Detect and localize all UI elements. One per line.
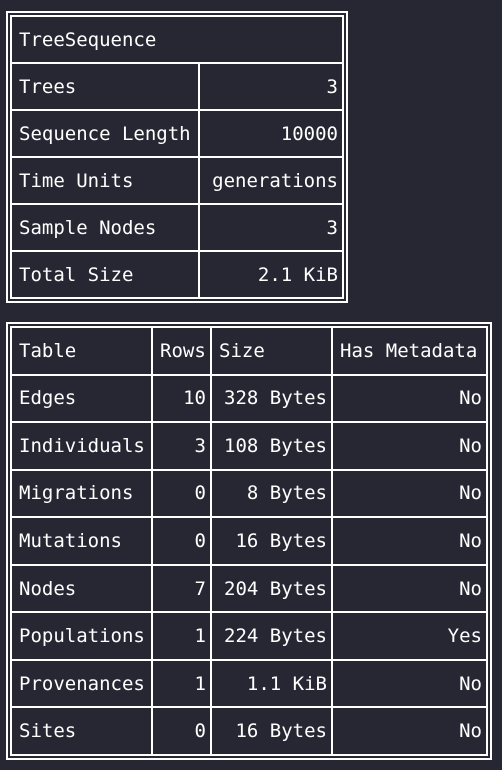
tables-header-row: Table Rows Size Has Metadata xyxy=(10,326,488,376)
tree-sequence-summary-panel: TreeSequence Trees 3 Sequence Length 100… xyxy=(6,11,348,303)
size-cell: 108 Bytes xyxy=(210,421,333,471)
size-cell: 16 Bytes xyxy=(210,516,333,566)
table-row: Edges 10 328 Bytes No xyxy=(10,373,488,424)
table-row: Populations 1 224 Bytes Yes xyxy=(10,611,488,661)
rows-cell: 0 xyxy=(151,468,212,519)
tables-info-panel: Table Rows Size Has Metadata Edges 10 32… xyxy=(6,322,492,760)
summary-table: TreeSequence Trees 3 Sequence Length 100… xyxy=(10,15,344,299)
size-cell: 224 Bytes xyxy=(210,611,333,661)
table-name-cell: Migrations xyxy=(10,468,153,519)
table-row: Mutations 0 16 Bytes No xyxy=(10,516,488,566)
size-cell: 16 Bytes xyxy=(210,706,333,756)
table-name-cell: Provenances xyxy=(10,658,153,709)
table-name-cell: Sites xyxy=(10,706,153,756)
summary-value: 10000 xyxy=(198,109,344,158)
table-row: Migrations 0 8 Bytes No xyxy=(10,468,488,519)
table-row: Nodes 7 204 Bytes No xyxy=(10,563,488,614)
table-name-cell: Individuals xyxy=(10,421,153,471)
summary-header-row: TreeSequence xyxy=(10,15,344,64)
table-name-cell: Mutations xyxy=(10,516,153,566)
summary-label: Sequence Length xyxy=(10,109,200,158)
metadata-cell: No xyxy=(331,421,488,471)
column-header-table: Table xyxy=(10,326,153,376)
rows-cell: 10 xyxy=(151,373,212,424)
rows-cell: 0 xyxy=(151,706,212,756)
summary-value: generations xyxy=(198,156,344,205)
column-header-size: Size xyxy=(210,326,333,376)
size-cell: 8 Bytes xyxy=(210,468,333,519)
summary-value: 3 xyxy=(198,203,344,252)
summary-row: Sequence Length 10000 xyxy=(10,109,344,158)
summary-label: Total Size xyxy=(10,250,200,299)
table-row: Individuals 3 108 Bytes No xyxy=(10,421,488,471)
summary-row: Time Units generations xyxy=(10,156,344,205)
summary-row: Total Size 2.1 KiB xyxy=(10,250,344,299)
metadata-cell: No xyxy=(331,658,488,709)
table-name-cell: Populations xyxy=(10,611,153,661)
metadata-cell: No xyxy=(331,563,488,614)
size-cell: 1.1 KiB xyxy=(210,658,333,709)
metadata-cell: No xyxy=(331,468,488,519)
rows-cell: 1 xyxy=(151,611,212,661)
rows-cell: 7 xyxy=(151,563,212,614)
summary-label: Time Units xyxy=(10,156,200,205)
metadata-cell: No xyxy=(331,516,488,566)
size-cell: 204 Bytes xyxy=(210,563,333,614)
summary-row: Trees 3 xyxy=(10,62,344,111)
metadata-cell: Yes xyxy=(331,611,488,661)
rows-cell: 3 xyxy=(151,421,212,471)
table-name-cell: Nodes xyxy=(10,563,153,614)
rows-cell: 0 xyxy=(151,516,212,566)
table-name-cell: Edges xyxy=(10,373,153,424)
table-row: Sites 0 16 Bytes No xyxy=(10,706,488,756)
column-header-rows: Rows xyxy=(151,326,212,376)
summary-row: Sample Nodes 3 xyxy=(10,203,344,252)
column-header-metadata: Has Metadata xyxy=(331,326,488,376)
summary-value: 2.1 KiB xyxy=(198,250,344,299)
summary-title: TreeSequence xyxy=(10,15,344,64)
summary-label: Sample Nodes xyxy=(10,203,200,252)
metadata-cell: No xyxy=(331,373,488,424)
summary-value: 3 xyxy=(198,62,344,111)
summary-label: Trees xyxy=(10,62,200,111)
table-row: Provenances 1 1.1 KiB No xyxy=(10,658,488,709)
metadata-cell: No xyxy=(331,706,488,756)
tables-table: Table Rows Size Has Metadata Edges 10 32… xyxy=(10,326,488,756)
size-cell: 328 Bytes xyxy=(210,373,333,424)
rows-cell: 1 xyxy=(151,658,212,709)
